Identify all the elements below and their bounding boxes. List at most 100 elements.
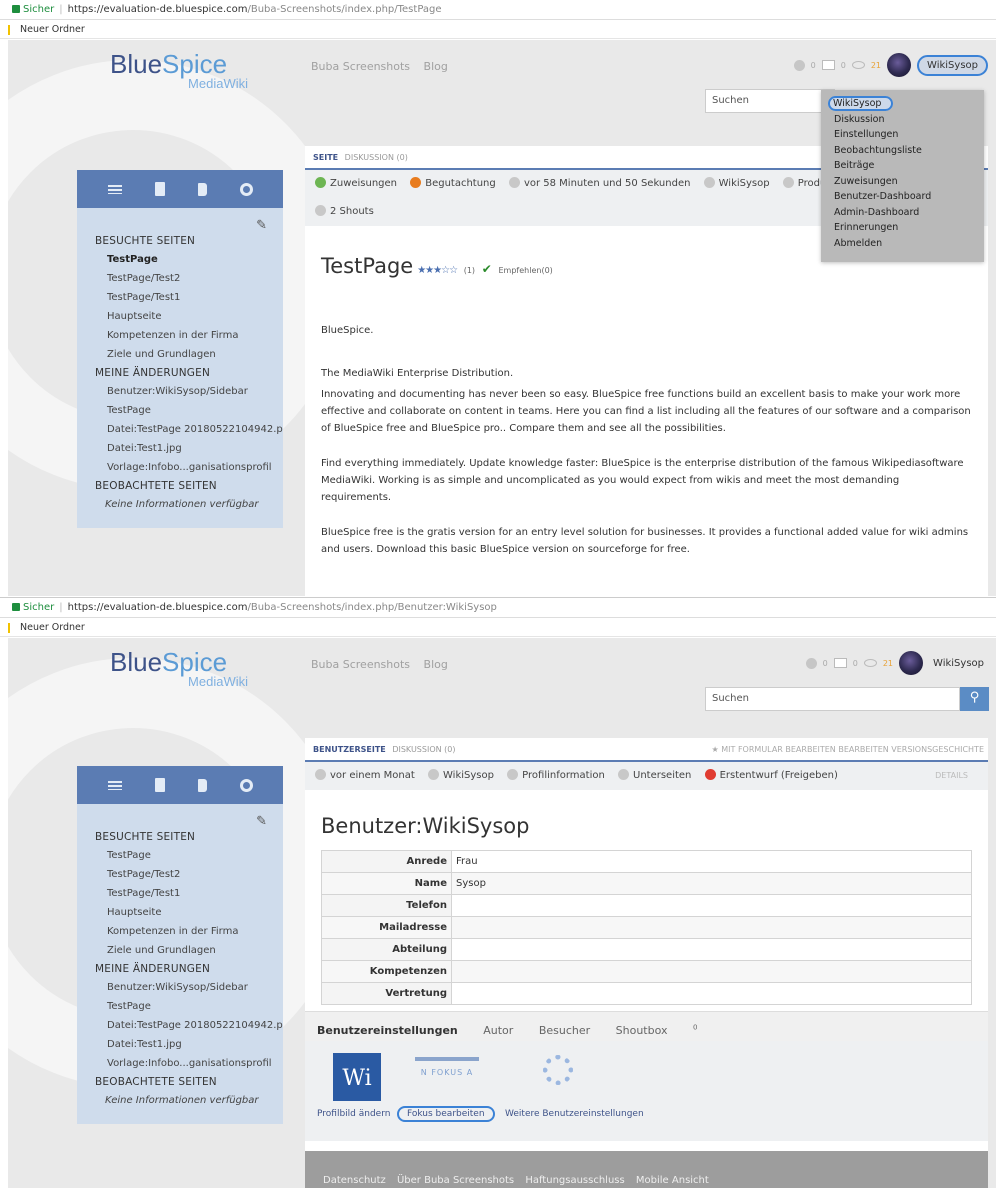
mail-icon[interactable] [833, 658, 847, 668]
shouts-link[interactable]: 2 Shouts [315, 198, 374, 226]
last-edit-link[interactable]: vor einem Monat [315, 762, 415, 790]
sidebar-item[interactable]: TestPage [77, 250, 283, 269]
user-avatar[interactable] [887, 53, 912, 77]
details-toggle[interactable]: DETAILS [935, 762, 968, 790]
recommend-link[interactable]: Empfehlen(0) [499, 266, 553, 275]
bluespice-logo[interactable]: BlueSpice MediaWiki [110, 50, 260, 91]
tab-user-settings[interactable]: Benutzereinstellungen [317, 1024, 458, 1037]
edit-focus-link[interactable]: Fokus bearbeiten [397, 1106, 495, 1122]
sidebar-item[interactable]: Benutzer:WikiSysop/Sidebar [77, 978, 283, 997]
sidebar-item[interactable]: TestPage/Test2 [77, 865, 283, 884]
tab-author[interactable]: Autor [483, 1024, 513, 1037]
sidebar-item[interactable]: Hauptseite [77, 903, 283, 922]
watchlist-icon[interactable] [851, 61, 865, 69]
address-bar[interactable]: Sicher | https://evaluation-de.bluespice.c… [0, 0, 996, 20]
sidebar-tabs [77, 766, 283, 804]
username-menu-button[interactable]: WikiSysop [929, 655, 988, 672]
sidebar-item[interactable]: Vorlage:Infobo...ganisationsprofil [77, 1054, 283, 1073]
menu-icon[interactable] [107, 780, 122, 790]
assignments-link[interactable]: Zuweisungen [315, 170, 397, 198]
footer-link[interactable]: Mobile Ansicht [636, 1175, 709, 1186]
username-menu-button[interactable]: WikiSysop [917, 54, 988, 76]
tab-discussion[interactable]: DISKUSSION (0) [345, 153, 408, 162]
book-icon[interactable] [197, 778, 207, 792]
gears-icon [543, 1055, 573, 1085]
sidebar-item[interactable]: Benutzer:WikiSysop/Sidebar [77, 382, 283, 401]
sidebar-item[interactable]: Vorlage:Infobo...ganisationsprofil [77, 458, 283, 477]
sidebar-item[interactable]: TestPage/Test1 [77, 288, 283, 307]
menu-item-contributions[interactable]: Beiträge [821, 158, 984, 174]
menu-item-preferences[interactable]: Einstellungen [821, 127, 984, 143]
footer-link[interactable]: Über Buba Screenshots [397, 1175, 514, 1186]
menu-icon[interactable] [107, 184, 122, 194]
watchlist-icon[interactable] [863, 659, 877, 667]
sidebar-item[interactable]: Datei:Test1.jpg [77, 439, 283, 458]
menu-item-user-dashboard[interactable]: Benutzer-Dashboard [821, 189, 984, 205]
review-link[interactable]: Begutachtung [410, 170, 496, 198]
tab-visitors[interactable]: Besucher [539, 1024, 590, 1037]
sidebar-item[interactable]: Ziele und Grundlagen [77, 941, 283, 960]
menu-item-assignments[interactable]: Zuweisungen [821, 174, 984, 190]
topnav-blog[interactable]: Blog [424, 60, 448, 73]
sidebar-heading-watched: BEOBACHTETE SEITEN [95, 480, 217, 492]
bookmark-folder[interactable]: Neuer Ordner [20, 24, 85, 35]
gear-icon[interactable] [239, 182, 253, 196]
sidebar-item[interactable]: Kompetenzen in der Firma [77, 326, 283, 345]
sidebar-item[interactable]: TestPage/Test1 [77, 884, 283, 903]
sidebar-empty-note: Keine Informationen verfügbar [105, 499, 259, 510]
author-link[interactable]: WikiSysop [428, 762, 494, 790]
tab-page[interactable]: SEITE [313, 153, 338, 162]
focus-icon: N FOKUS A [415, 1057, 479, 1087]
sidebar-item[interactable]: Datei:TestPage 20180522104942.png [77, 420, 283, 439]
menu-item-admin-dashboard[interactable]: Admin-Dashboard [821, 205, 984, 221]
search-input[interactable]: Suchen [705, 89, 835, 113]
sidebar-item[interactable]: Hauptseite [77, 307, 283, 326]
profile-info-link[interactable]: Profilinformation [507, 762, 605, 790]
bookmark-folder[interactable]: Neuer Ordner [20, 622, 85, 633]
star-icon: ★ [711, 745, 722, 754]
clipboard-icon[interactable] [154, 778, 165, 792]
sidebar-item[interactable]: Kompetenzen in der Firma [77, 922, 283, 941]
menu-item-logout[interactable]: Abmelden [821, 236, 984, 252]
edit-pencil-icon[interactable]: ✎ [256, 814, 267, 829]
address-bar[interactable]: Sicher | https://evaluation-de.bluespice.c… [0, 598, 996, 618]
menu-item-reminders[interactable]: Erinnerungen [821, 220, 984, 236]
book-icon[interactable] [197, 182, 207, 196]
menu-item-watchlist[interactable]: Beobachtungsliste [821, 143, 984, 159]
tab-shoutbox[interactable]: Shoutbox 0 [616, 1023, 698, 1037]
sidebar-item[interactable]: TestPage [77, 846, 283, 865]
footer-link[interactable]: Haftungsausschluss [525, 1175, 624, 1186]
sidebar-item[interactable]: Datei:TestPage 20180522104942.png [77, 1016, 283, 1035]
subpages-link[interactable]: Unterseiten [618, 762, 691, 790]
page-actions[interactable]: ★ MIT FORMULAR BEARBEITEN BEARBEITEN VER… [712, 738, 984, 762]
edit-pencil-icon[interactable]: ✎ [256, 218, 267, 233]
rating-stars[interactable]: ★★★☆☆ [417, 265, 458, 276]
bluespice-logo[interactable]: BlueSpice MediaWiki [110, 648, 260, 689]
tab-userpage[interactable]: BENUTZERSEITE [313, 745, 386, 754]
topnav-buba-screenshots[interactable]: Buba Screenshots [311, 658, 410, 671]
change-profile-image-link[interactable]: Profilbild ändern [317, 1109, 390, 1119]
menu-item-profile[interactable]: WikiSysop [821, 96, 984, 112]
sidebar-item[interactable]: Datei:Test1.jpg [77, 1035, 283, 1054]
tab-discussion[interactable]: DISKUSSION (0) [392, 745, 455, 754]
footer-link[interactable]: Datenschutz [323, 1175, 386, 1186]
user-avatar[interactable] [899, 651, 924, 675]
draft-status-link[interactable]: Erstentwurf (Freigeben) [704, 762, 838, 790]
clipboard-icon[interactable] [154, 182, 165, 196]
author-link[interactable]: WikiSysop [703, 170, 770, 198]
topnav-blog[interactable]: Blog [424, 658, 448, 671]
notification-icon[interactable] [805, 657, 817, 669]
menu-item-discussion[interactable]: Diskussion [821, 112, 984, 128]
sidebar-item[interactable]: TestPage [77, 997, 283, 1016]
search-button[interactable]: ⚲ [960, 687, 989, 711]
gear-icon[interactable] [239, 778, 253, 792]
sidebar-item[interactable]: TestPage [77, 401, 283, 420]
search-input[interactable]: Suchen [705, 687, 960, 711]
mail-icon[interactable] [821, 60, 835, 70]
sidebar-item[interactable]: Ziele und Grundlagen [77, 345, 283, 364]
notification-icon[interactable] [793, 59, 805, 71]
topnav-buba-screenshots[interactable]: Buba Screenshots [311, 60, 410, 73]
more-user-settings-link[interactable]: Weitere Benutzereinstellungen [505, 1109, 644, 1119]
sidebar-item[interactable]: TestPage/Test2 [77, 269, 283, 288]
last-edit-link[interactable]: vor 58 Minuten und 50 Sekunden [508, 170, 690, 198]
